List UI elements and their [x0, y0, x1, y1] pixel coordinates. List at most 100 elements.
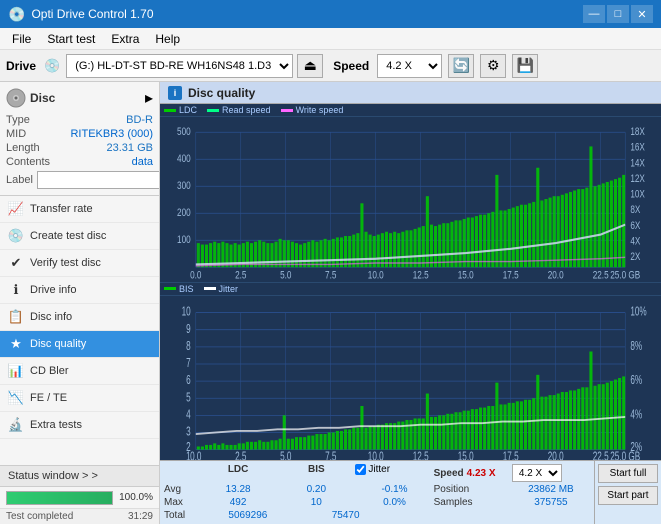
disc-panel-header: Disc ▸	[6, 88, 153, 108]
speed-selector[interactable]: 4.2 X	[377, 54, 442, 78]
disc-mid-value: RITEKBR3 (000)	[70, 128, 153, 140]
action-buttons: Start full Start part	[594, 461, 661, 524]
drive-info-icon: ℹ	[8, 282, 24, 298]
sidebar-item-disc-info[interactable]: 📋 Disc info	[0, 304, 159, 331]
svg-text:10X: 10X	[630, 188, 645, 201]
svg-text:20.0: 20.0	[548, 449, 564, 460]
drive-selector[interactable]: (G:) HL-DT-ST BD-RE WH16NS48 1.D3	[66, 54, 293, 78]
svg-text:5: 5	[186, 390, 191, 404]
ldc-legend-label: LDC	[179, 105, 197, 115]
max-ldc: 492	[199, 497, 277, 508]
disc-type-row: Type BD-R	[6, 114, 153, 126]
sidebar-item-fe-te[interactable]: 📉 FE / TE	[0, 385, 159, 412]
sidebar-item-cd-bler[interactable]: 📊 CD Bler	[0, 358, 159, 385]
disc-panel-icon	[6, 88, 26, 108]
bottom-stats-section: LDC BIS Jitter Speed 4.23 X	[160, 460, 661, 524]
svg-text:17.5: 17.5	[503, 269, 519, 281]
minimize-button[interactable]: —	[583, 5, 605, 23]
svg-text:4%: 4%	[630, 407, 642, 421]
app-icon: 💿	[8, 6, 25, 23]
stats-total-row: Total 5069296 75470	[164, 509, 590, 522]
stats-max-row: Max 492 10 0.0% Samples 375755	[164, 496, 590, 509]
sidebar-item-verify-test-disc[interactable]: ✔ Verify test disc	[0, 250, 159, 277]
progress-bar	[6, 491, 113, 505]
maximize-button[interactable]: □	[607, 5, 629, 23]
close-button[interactable]: ✕	[631, 5, 653, 23]
disc-length-value: 23.31 GB	[107, 142, 153, 154]
svg-text:0.0: 0.0	[190, 269, 202, 281]
save-button[interactable]: 💾	[512, 54, 538, 78]
svg-text:18X: 18X	[630, 126, 645, 139]
jitter-legend: Jitter	[204, 284, 239, 294]
start-part-button[interactable]: Start part	[598, 486, 658, 505]
svg-text:5.0: 5.0	[280, 269, 292, 281]
jitter-speed-select[interactable]: 4.2 X	[512, 464, 562, 482]
menu-file[interactable]: File	[4, 30, 39, 48]
svg-text:100: 100	[177, 234, 191, 247]
position-value: 23862 MB	[512, 484, 590, 495]
svg-text:4: 4	[186, 407, 191, 421]
status-text: Test completed	[6, 511, 73, 522]
write-speed-legend-label: Write speed	[296, 105, 344, 115]
refresh-button[interactable]: 🔄	[448, 54, 474, 78]
disc-label-input[interactable]	[37, 171, 160, 189]
create-test-disc-label: Create test disc	[30, 230, 106, 242]
disc-contents-value: data	[132, 156, 153, 168]
chart2-legend: BIS Jitter	[160, 283, 661, 296]
svg-text:7.5: 7.5	[325, 269, 337, 281]
sidebar-bottom: Status window > > 100.0% Test completed …	[0, 465, 159, 524]
menu-start-test[interactable]: Start test	[39, 30, 103, 48]
main-layout: Disc ▸ Type BD-R MID RITEKBR3 (000) Leng…	[0, 82, 661, 524]
jitter-checkbox[interactable]	[355, 464, 366, 475]
progress-percent: 100.0%	[119, 492, 153, 503]
fe-te-label: FE / TE	[30, 392, 67, 404]
progress-area: 100.0%	[0, 486, 159, 508]
svg-text:300: 300	[177, 180, 191, 193]
drive-label: Drive	[6, 59, 36, 73]
sidebar-item-transfer-rate[interactable]: 📈 Transfer rate	[0, 196, 159, 223]
svg-text:22.5: 22.5	[593, 269, 609, 281]
status-window-button[interactable]: Status window > >	[0, 465, 159, 486]
menu-help[interactable]: Help	[147, 30, 188, 48]
sidebar-item-drive-info[interactable]: ℹ Drive info	[0, 277, 159, 304]
menu-extra[interactable]: Extra	[103, 30, 147, 48]
sidebar: Disc ▸ Type BD-R MID RITEKBR3 (000) Leng…	[0, 82, 160, 524]
options-button[interactable]: ⚙	[480, 54, 506, 78]
svg-text:2.5: 2.5	[235, 269, 247, 281]
max-label: Max	[164, 497, 199, 508]
stats-header-row: LDC BIS Jitter Speed 4.23 X	[164, 463, 590, 483]
svg-text:9: 9	[186, 322, 191, 336]
disc-mid-row: MID RITEKBR3 (000)	[6, 128, 153, 140]
svg-text:10.0: 10.0	[368, 449, 384, 460]
jitter-legend-label: Jitter	[219, 284, 239, 294]
sidebar-item-disc-quality[interactable]: ★ Disc quality	[0, 331, 159, 358]
disc-contents-label: Contents	[6, 156, 50, 168]
svg-text:12.5: 12.5	[413, 269, 429, 281]
svg-text:10%: 10%	[630, 305, 646, 319]
jitter-checkbox-label[interactable]: Jitter	[355, 464, 433, 475]
samples-value: 375755	[512, 497, 590, 508]
sidebar-item-create-test-disc[interactable]: 💿 Create test disc	[0, 223, 159, 250]
start-full-button[interactable]: Start full	[598, 464, 658, 483]
app-title: Opti Drive Control 1.70	[31, 7, 153, 21]
eject-button[interactable]: ⏏	[297, 54, 323, 78]
svg-text:5.0: 5.0	[280, 449, 291, 460]
disc-length-label: Length	[6, 142, 40, 154]
fe-te-icon: 📉	[8, 390, 24, 406]
svg-text:200: 200	[177, 207, 191, 220]
disc-label-label: Label	[6, 174, 33, 186]
disc-expand-icon[interactable]: ▸	[145, 88, 153, 108]
disc-info-label: Disc info	[30, 311, 72, 323]
sidebar-item-extra-tests[interactable]: 🔬 Extra tests	[0, 412, 159, 439]
svg-text:2X: 2X	[630, 251, 640, 264]
jitter-legend-color	[204, 287, 216, 290]
svg-text:16X: 16X	[630, 142, 645, 155]
svg-text:8X: 8X	[630, 204, 640, 217]
chart2-svg: 10 9 8 7 6 5 4 3 2 1 10% 8% 6% 4% 2%	[160, 297, 661, 461]
chart1-container: LDC Read speed Write speed	[160, 104, 661, 283]
stats-main: LDC BIS Jitter Speed 4.23 X	[160, 461, 594, 524]
svg-text:8: 8	[186, 339, 191, 353]
read-speed-legend-color	[207, 109, 219, 112]
disc-type-label: Type	[6, 114, 30, 126]
svg-text:12X: 12X	[630, 173, 645, 186]
